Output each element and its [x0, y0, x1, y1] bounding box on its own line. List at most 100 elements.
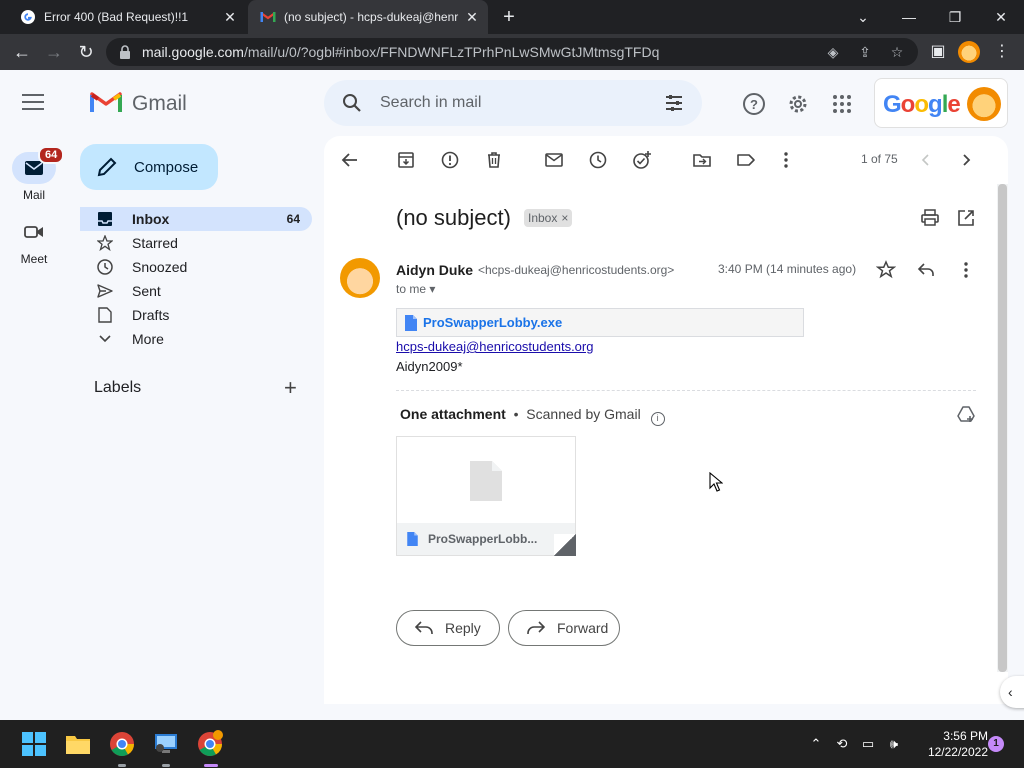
- attachment-card[interactable]: ProSwapperLobb...: [396, 436, 576, 556]
- sidebar-item-sent[interactable]: Sent: [80, 279, 312, 303]
- new-tab-icon[interactable]: +: [498, 6, 520, 28]
- back-to-inbox-arrow-icon[interactable]: [340, 150, 360, 170]
- side-panel-icon[interactable]: ▣: [926, 40, 950, 64]
- chrome-icon[interactable]: [108, 730, 136, 758]
- url-host: mail.google.com: [142, 44, 244, 60]
- pencil-icon: [97, 157, 117, 177]
- open-in-new-window-icon[interactable]: [956, 208, 976, 228]
- system-clock[interactable]: 3:56 PM 12/22/2022: [922, 728, 988, 760]
- windows-start-icon[interactable]: [20, 730, 48, 758]
- sender-avatar[interactable]: [340, 258, 380, 298]
- clock-date: 12/22/2022: [927, 745, 988, 759]
- chevron-down-icon: [96, 330, 114, 348]
- sync-icon[interactable]: ⟲: [832, 734, 852, 754]
- bookmark-star-icon[interactable]: ☆: [888, 43, 906, 61]
- file-explorer-icon[interactable]: [64, 730, 92, 758]
- side-panel-toggle-chevron-icon[interactable]: ‹: [1000, 676, 1024, 708]
- reply-arrow-icon[interactable]: [916, 260, 936, 280]
- notification-count-badge[interactable]: 1: [988, 736, 1004, 752]
- sidebar-item-label: Snoozed: [132, 259, 188, 275]
- forward-icon[interactable]: →: [42, 40, 66, 64]
- label-tag-icon[interactable]: [736, 150, 756, 170]
- back-icon[interactable]: ←: [10, 40, 34, 64]
- browser-tab-gmail[interactable]: (no subject) - hcps-dukeaj@henr ✕: [248, 0, 488, 34]
- scrollbar-thumb[interactable]: [998, 184, 1007, 672]
- sidebar-item-snoozed[interactable]: Snoozed: [80, 255, 312, 279]
- compose-button[interactable]: Compose: [80, 144, 218, 190]
- rail-mail-label: Mail: [22, 188, 45, 202]
- address-bar[interactable]: mail.google.com/mail/u/0/?ogbl#inbox/FFN…: [106, 38, 918, 66]
- lens-icon[interactable]: ◈: [824, 43, 842, 61]
- print-icon[interactable]: [920, 208, 940, 228]
- message-scrollbar[interactable]: [997, 184, 1008, 672]
- search-options-icon[interactable]: [664, 93, 684, 113]
- close-window-icon[interactable]: ✕: [986, 4, 1016, 30]
- close-tab-icon[interactable]: ✕: [222, 9, 238, 25]
- remove-label-icon[interactable]: ×: [561, 211, 568, 225]
- compose-label: Compose: [134, 158, 199, 176]
- rail-meet-label: Meet: [20, 252, 48, 266]
- remote-desktop-icon[interactable]: [152, 730, 180, 758]
- tab-search-icon[interactable]: ⌄: [848, 4, 878, 30]
- report-spam-icon[interactable]: [440, 150, 460, 170]
- sidebar-item-starred[interactable]: Starred: [80, 231, 312, 255]
- search-icon[interactable]: [342, 93, 362, 113]
- move-to-folder-icon[interactable]: [692, 150, 712, 170]
- mark-unread-icon[interactable]: [544, 150, 564, 170]
- forward-button[interactable]: Forward: [508, 610, 620, 646]
- reload-icon[interactable]: ↻: [74, 40, 98, 64]
- tray-overflow-chevron-icon[interactable]: ⌃: [806, 734, 826, 754]
- browser-profile-avatar[interactable]: [958, 41, 980, 63]
- inline-attachment-chip[interactable]: ProSwapperLobby.exe: [396, 308, 804, 337]
- volume-icon[interactable]: 🕪: [884, 734, 904, 754]
- minimize-icon[interactable]: —: [894, 4, 924, 30]
- rail-mail[interactable]: 64 Mail: [8, 146, 65, 202]
- more-options-vertical-icon[interactable]: [776, 150, 796, 170]
- main-menu-icon[interactable]: [22, 94, 44, 112]
- add-to-drive-icon[interactable]: [956, 404, 976, 424]
- recipient-caret-icon: ▾: [429, 282, 436, 296]
- google-g-icon: [20, 9, 36, 25]
- star-message-icon[interactable]: [876, 260, 896, 280]
- rail-meet[interactable]: Meet: [8, 216, 60, 266]
- trash-icon[interactable]: [484, 150, 504, 170]
- network-icon[interactable]: ▭: [858, 734, 878, 754]
- older-chevron-right-icon[interactable]: [956, 150, 976, 170]
- browser-menu-icon[interactable]: ⋮: [990, 40, 1014, 64]
- archive-icon[interactable]: [396, 150, 416, 170]
- share-icon[interactable]: ⇪: [856, 43, 874, 61]
- body-email-link[interactable]: hcps-dukeaj@henricostudents.org: [396, 339, 593, 354]
- rail-meet-pill[interactable]: [12, 216, 56, 248]
- inline-attachment-name: ProSwapperLobby.exe: [423, 315, 563, 330]
- sidebar-item-more[interactable]: More: [80, 327, 312, 351]
- sidebar-item-inbox[interactable]: Inbox 64: [80, 207, 312, 231]
- recipient-text: to me: [396, 282, 427, 296]
- account-switcher[interactable]: Google: [874, 78, 1008, 128]
- chrome-profile-icon[interactable]: [196, 730, 224, 758]
- create-label-plus-icon[interactable]: +: [284, 377, 297, 399]
- help-icon[interactable]: ?: [742, 92, 766, 116]
- sidebar-item-label: Sent: [132, 283, 161, 299]
- info-icon[interactable]: i: [650, 412, 665, 426]
- forward-label: Forward: [557, 620, 609, 636]
- url-text: mail.google.com/mail/u/0/?ogbl#inbox/FFN…: [142, 44, 659, 60]
- settings-gear-icon[interactable]: [786, 92, 810, 116]
- inbox-label-chip: Inbox ×: [524, 209, 573, 227]
- recipient-details[interactable]: to me ▾: [396, 282, 435, 296]
- snooze-clock-icon[interactable]: [588, 150, 608, 170]
- sidebar-item-drafts[interactable]: Drafts: [80, 303, 312, 327]
- mail-unread-badge: 64: [38, 146, 65, 164]
- rail-mail-pill[interactable]: 64: [12, 146, 65, 184]
- add-to-tasks-icon[interactable]: [632, 150, 652, 170]
- close-tab-icon[interactable]: ✕: [464, 9, 480, 25]
- account-avatar[interactable]: [967, 87, 1001, 121]
- sender-name[interactable]: Aidyn Duke: [396, 262, 473, 278]
- browser-tab-error[interactable]: Error 400 (Bad Request)!!1 ✕: [8, 0, 246, 34]
- reply-button[interactable]: Reply: [396, 610, 500, 646]
- clock-time: 3:56 PM: [943, 729, 988, 743]
- message-more-icon[interactable]: [956, 260, 976, 280]
- search-input[interactable]: [380, 92, 650, 114]
- apps-grid-icon[interactable]: [830, 92, 854, 116]
- newer-chevron-left-icon[interactable]: [916, 150, 936, 170]
- restore-icon[interactable]: ❐: [940, 4, 970, 30]
